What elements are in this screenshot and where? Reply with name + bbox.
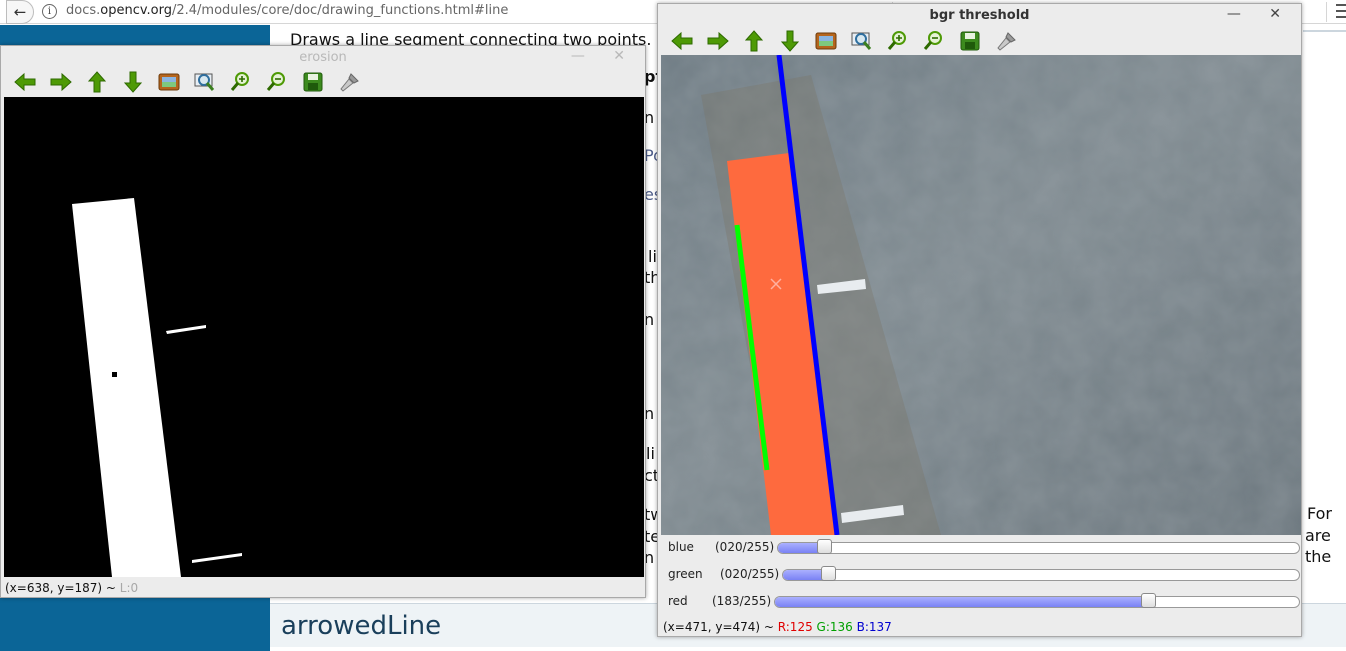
bgr-image[interactable] <box>661 55 1301 535</box>
trackbar-groove[interactable] <box>782 569 1300 581</box>
zoom-in-button[interactable] <box>223 68 259 96</box>
doc-fragment: li <box>646 444 655 463</box>
properties-button[interactable] <box>988 27 1024 55</box>
zoom-in-button[interactable] <box>880 27 916 55</box>
window-title: bgr threshold <box>929 8 1030 23</box>
pan-left-button[interactable] <box>664 27 700 55</box>
camera-frame <box>661 55 1301 535</box>
status-coords: (x=471, y=474) ~ <box>663 620 778 634</box>
status-coords: (x=638, y=187) ~ <box>5 581 120 595</box>
menu-icon[interactable] <box>1336 4 1346 20</box>
back-button[interactable]: ← <box>6 0 34 24</box>
doc-divider <box>1303 30 1346 32</box>
pan-up-button[interactable] <box>79 68 115 96</box>
pan-up-button[interactable] <box>736 27 772 55</box>
window-controls[interactable]: — ✕ <box>1227 6 1293 22</box>
doc-right-text: For <box>1307 504 1332 523</box>
doc-right-text: are <box>1305 526 1331 545</box>
toolbar-separator <box>1326 2 1327 22</box>
zoom-out-button[interactable] <box>916 27 952 55</box>
window-controls[interactable]: — ✕ <box>571 48 637 64</box>
mask-hole <box>112 372 117 377</box>
pan-right-button[interactable] <box>43 68 79 96</box>
pan-right-button[interactable] <box>700 27 736 55</box>
pan-left-button[interactable] <box>7 68 43 96</box>
zoom-fit-button[interactable] <box>844 27 880 55</box>
trackbar-groove[interactable] <box>774 596 1300 608</box>
pan-up-icon <box>86 70 108 94</box>
trackbar-thumb[interactable] <box>1140 593 1156 608</box>
doc-fragment: li <box>648 247 657 266</box>
status-bar: (x=638, y=187) ~ L:0 <box>5 581 138 595</box>
erosion-image[interactable] <box>4 97 644 577</box>
trackbar-blue[interactable]: blue (020/255) <box>668 537 1300 559</box>
zoom-out-icon <box>922 30 946 52</box>
toolbar <box>7 67 367 97</box>
trackbar-thumb[interactable] <box>821 566 837 581</box>
section-heading[interactable]: arrowedLine <box>281 611 441 641</box>
url-path: /2.4/modules/core/doc/drawing_functions.… <box>172 3 509 18</box>
trackbar-label: green <box>668 567 703 581</box>
status-level: L:0 <box>119 581 139 595</box>
zoom-fit-button[interactable] <box>187 68 223 96</box>
trackbar-value: (020/255) <box>720 567 780 581</box>
zoom-in-icon <box>886 30 910 52</box>
erosion-window[interactable]: erosion — ✕ (x=638, y=187) ~ L:0 <box>0 45 646 598</box>
pan-up-icon <box>743 29 765 53</box>
trackbar-label: red <box>668 594 688 608</box>
url-domain: opencv.org <box>100 3 172 18</box>
status-bar: (x=471, y=474) ~ R:125 G:136 B:137 <box>663 620 892 634</box>
erosion-mask <box>4 97 644 577</box>
properties-icon <box>337 71 361 93</box>
zoom-original-icon <box>157 71 181 93</box>
properties-button[interactable] <box>331 68 367 96</box>
trackbar-red[interactable]: red (183/255) <box>668 591 1300 613</box>
zoom-original-icon <box>814 30 838 52</box>
pan-down-icon <box>779 29 801 53</box>
bgr-threshold-window[interactable]: bgr threshold — ✕ blue (020/255) green (… <box>657 3 1302 637</box>
zoom-fit-icon <box>193 71 217 93</box>
status-green: G:136 <box>816 620 853 634</box>
status-blue: B:137 <box>856 620 892 634</box>
pan-right-icon <box>706 30 730 52</box>
trackbar-green[interactable]: green (020/255) <box>668 564 1300 586</box>
trackbar-value: (020/255) <box>715 540 775 554</box>
trackbar-label: blue <box>668 540 694 554</box>
url-prefix: docs. <box>66 3 101 18</box>
doc-right-text: the <box>1305 547 1332 566</box>
status-red: R:125 <box>777 620 813 634</box>
properties-icon <box>994 30 1018 52</box>
trackbar-thumb[interactable] <box>816 539 832 554</box>
zoom-original-button[interactable] <box>151 68 187 96</box>
trackbar-value: (183/255) <box>712 594 772 608</box>
pan-left-icon <box>13 71 37 93</box>
url-field[interactable]: docs.opencv.org/2.4/modules/core/doc/dra… <box>66 3 508 18</box>
trackbar-groove[interactable] <box>777 542 1300 554</box>
zoom-out-icon <box>265 71 289 93</box>
trackbar-fill <box>775 597 1150 607</box>
save-icon <box>959 30 981 52</box>
save-button[interactable] <box>295 68 331 96</box>
save-icon <box>302 71 324 93</box>
toolbar <box>664 26 1024 56</box>
arrow-left-icon: ← <box>13 3 27 21</box>
zoom-in-icon <box>229 71 253 93</box>
pan-left-icon <box>670 30 694 52</box>
info-icon[interactable]: i <box>42 4 57 19</box>
pan-down-icon <box>122 70 144 94</box>
zoom-fit-icon <box>850 30 874 52</box>
zoom-out-button[interactable] <box>259 68 295 96</box>
save-button[interactable] <box>952 27 988 55</box>
pan-right-icon <box>49 71 73 93</box>
pan-down-button[interactable] <box>115 68 151 96</box>
pan-down-button[interactable] <box>772 27 808 55</box>
zoom-original-button[interactable] <box>808 27 844 55</box>
